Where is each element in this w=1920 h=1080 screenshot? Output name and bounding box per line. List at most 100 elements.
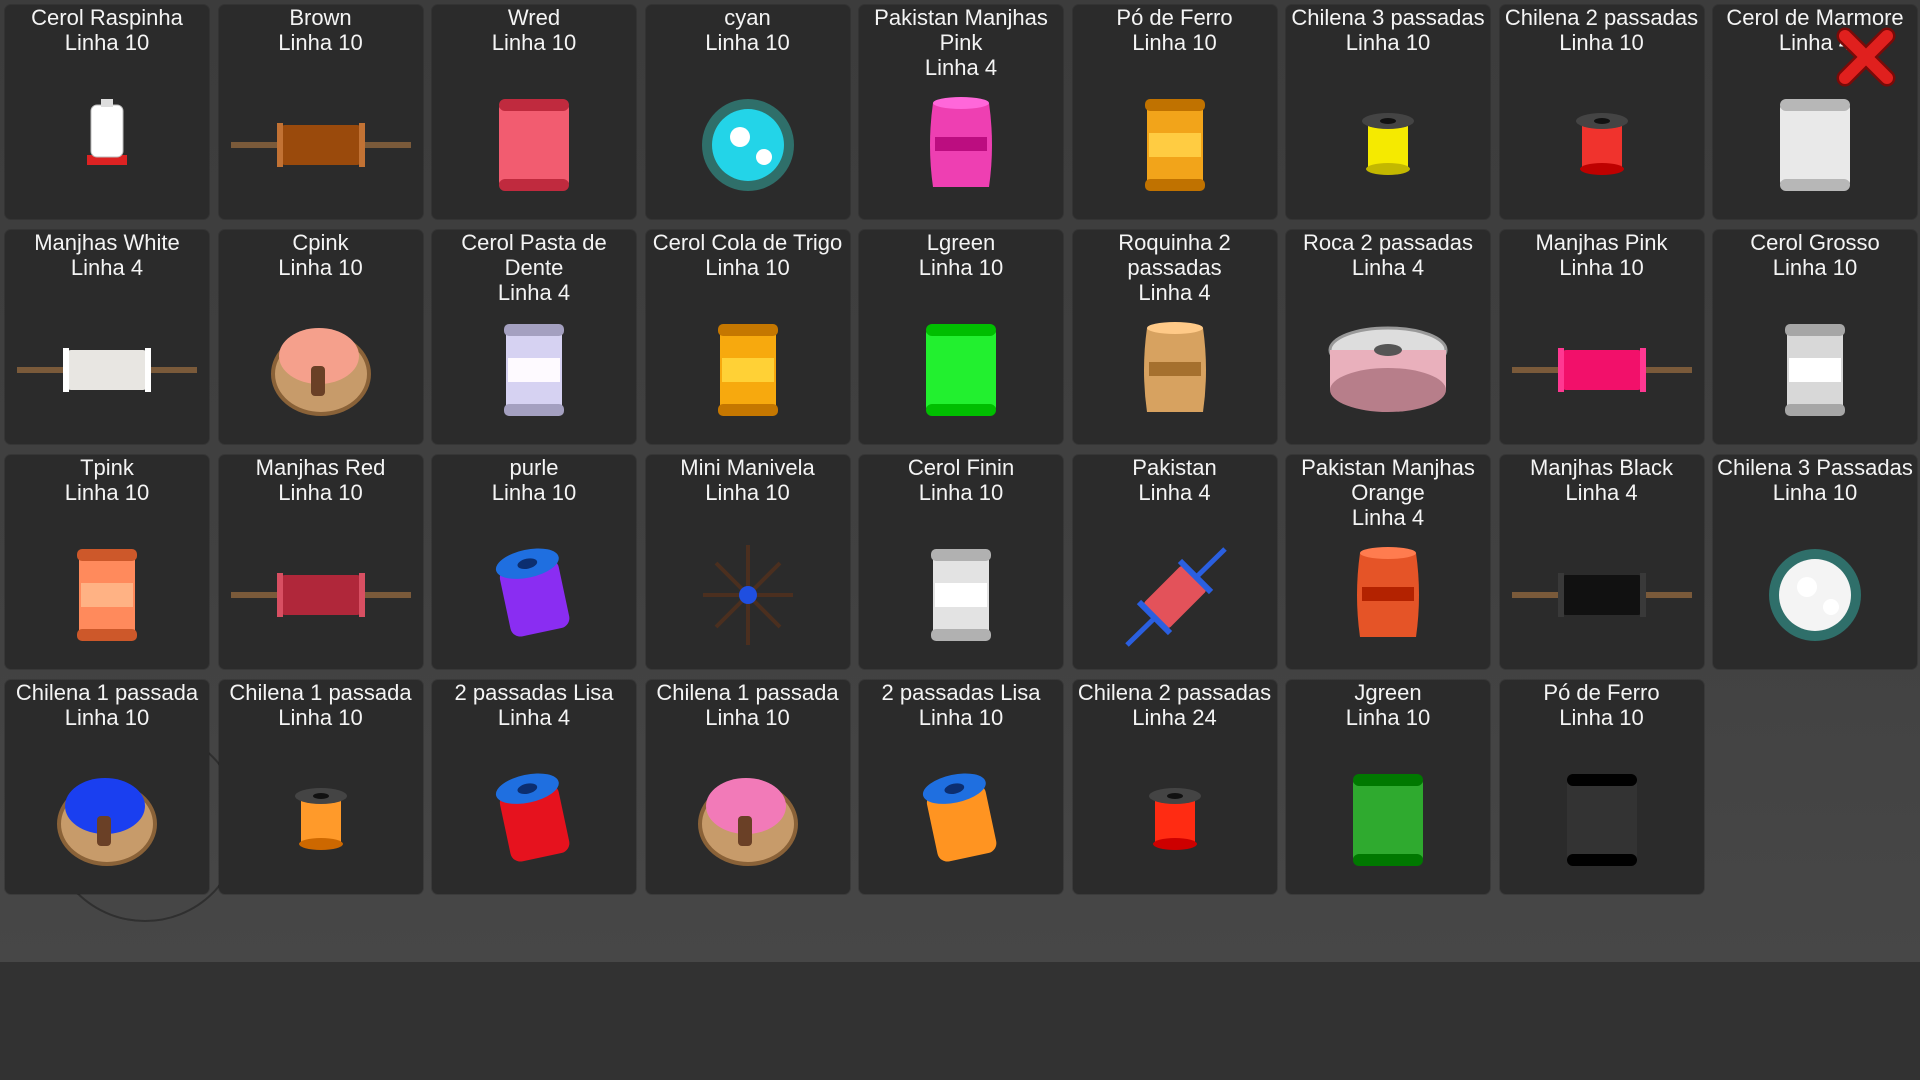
line-item-grade: Linha 10 [1559,30,1644,55]
bottom-panel [0,962,1920,1080]
line-selection-grid: Cerol Raspinha Linha 10 Brown Linha 10 Wre… [5,5,1917,894]
line-item-name: Chilena 3 Passadas [1717,455,1913,480]
line-item-card[interactable]: Manjhas Red Linha 10 [218,455,423,669]
barrel-spool-icon [1073,310,1277,430]
line-item-card[interactable]: Cpink Linha 10 [218,230,423,444]
line-item-name: Brown [289,5,352,30]
line-item-card[interactable]: Pó de Ferro Linha 10 [1072,5,1277,219]
line-item-name: Chilena 1 passada [15,680,199,705]
line-item-title: Chilena 1 passada Linha 10 [646,680,850,730]
line-item-title: Roquinha 2 passadas Linha 4 [1073,230,1277,305]
line-item-name: Cpink [292,230,349,255]
can-spool-icon [1073,85,1277,205]
close-icon[interactable] [1833,24,1899,90]
line-item-name: 2 passadas Lisa [454,680,614,705]
line-item-grade: Linha 10 [1132,30,1217,55]
line-item-grade: Linha 10 [918,705,1004,730]
line-item-card[interactable]: Pakistan Linha 4 [1072,455,1277,669]
stick-spool-icon [219,85,423,205]
stick-spool-icon [1500,535,1704,655]
line-item-name: Pakistan [1132,455,1217,480]
line-item-title: Pakistan Linha 4 [1073,455,1277,505]
line-item-card[interactable]: Tpink Linha 10 [5,455,209,669]
line-item-title: Mini Manivela Linha 10 [646,455,850,505]
line-item-grade: Linha 10 [1345,705,1431,730]
line-item-card[interactable]: Manjhas White Linha 4 [5,230,209,444]
tilted-spool-icon [432,760,636,880]
line-item-card[interactable]: Pakistan Manjhas Orange Linha 4 [1286,455,1490,669]
line-item-grade: Linha 4 [1138,480,1211,505]
tilted-spool-icon [432,535,636,655]
line-item-title: Chilena 2 passadas Linha 24 [1073,680,1277,730]
line-item-card[interactable]: Chilena 1 passada Linha 10 [5,680,209,894]
line-item-title: Pó de Ferro Linha 10 [1500,680,1704,730]
line-item-card[interactable]: Mini Manivela Linha 10 [645,455,850,669]
line-item-card[interactable]: 2 passadas Lisa Linha 4 [432,680,636,894]
diagonal-spool-icon [1073,535,1277,655]
line-item-name: Tpink [80,455,134,480]
line-item-name: Manjhas Pink [1535,230,1668,255]
line-item-grade: Linha 10 [491,30,577,55]
line-item-title: 2 passadas Lisa Linha 4 [432,680,636,730]
line-item-grade: Linha 10 [278,480,363,505]
wood-reel-icon [5,760,209,880]
line-item-card[interactable]: Roca 2 passadas Linha 4 [1286,230,1490,444]
line-item-title: Manjhas Red Linha 10 [219,455,423,505]
line-item-name: Manjhas White [34,230,180,255]
line-item-title: Wred Linha 10 [432,5,636,55]
wood-reel-icon [219,310,423,430]
small-reel-icon [1286,85,1490,205]
line-item-grade: Linha 10 [278,255,363,280]
crank-wheel-icon [646,535,850,655]
line-item-name: Manjhas Red [255,455,386,480]
line-item-card[interactable]: Pakistan Manjhas Pink Linha 4 [859,5,1063,219]
line-item-card[interactable]: cyan Linha 10 [645,5,850,219]
line-item-grade: Linha 10 [64,30,150,55]
stick-spool-icon [5,310,209,430]
line-item-name: Wred [507,5,561,30]
line-item-card[interactable]: Manjhas Black Linha 4 [1499,455,1704,669]
line-item-grade: Linha 4 [1565,480,1638,505]
line-item-card[interactable]: Brown Linha 10 [218,5,423,219]
line-item-grade: Linha 4 [1351,505,1425,530]
line-item-grade: Linha 10 [1772,255,1858,280]
line-item-card[interactable]: purle Linha 10 [432,455,636,669]
line-item-card[interactable]: Cerol Grosso Linha 10 [1713,230,1917,444]
can-spool-icon [1713,310,1917,430]
line-item-title: Brown Linha 10 [219,5,423,55]
line-item-card[interactable]: Roquinha 2 passadas Linha 4 [1072,230,1277,444]
line-item-title: Manjhas Black Linha 4 [1500,455,1704,505]
line-item-card[interactable]: 2 passadas Lisa Linha 10 [859,680,1063,894]
line-item-title: Cerol Raspinha Linha 10 [5,5,209,55]
line-item-name: Chilena 2 passadas [1077,680,1272,705]
line-item-card[interactable]: Cerol Finin Linha 10 [859,455,1063,669]
line-item-grade: Linha 10 [1772,480,1858,505]
line-item-title: Roca 2 passadas Linha 4 [1286,230,1490,280]
line-item-card[interactable]: Chilena 1 passada Linha 10 [645,680,850,894]
line-item-title: Cerol Pasta de Dente Linha 4 [432,230,636,305]
line-item-title: Cerol Cola de Trigo Linha 10 [646,230,850,280]
line-item-card[interactable]: Jgreen Linha 10 [1286,680,1490,894]
line-item-grade: Linha 10 [491,480,577,505]
line-item-card[interactable]: Chilena 1 passada Linha 10 [218,680,423,894]
line-item-card[interactable]: Manjhas Pink Linha 10 [1499,230,1704,444]
line-item-card[interactable]: Wred Linha 10 [432,5,636,219]
line-item-title: Tpink Linha 10 [5,455,209,505]
line-item-card[interactable]: Cerol Pasta de Dente Linha 4 [432,230,636,444]
line-item-card[interactable]: Chilena 2 passadas Linha 10 [1499,5,1704,219]
tilted-spool-icon [859,760,1063,880]
line-item-name: Chilena 1 passada [229,680,412,705]
reel-spool-icon [646,85,850,205]
line-item-card[interactable]: Cerol Cola de Trigo Linha 10 [645,230,850,444]
small-reel-icon [1500,85,1704,205]
barrel-spool-icon [1286,535,1490,655]
line-item-card[interactable]: Chilena 3 passadas Linha 10 [1286,5,1490,219]
line-item-card[interactable]: Chilena 2 passadas Linha 24 [1072,680,1277,894]
line-item-card[interactable]: Pó de Ferro Linha 10 [1499,680,1704,894]
line-item-name: Cerol Raspinha [31,5,183,30]
line-item-grade: Linha 10 [705,705,790,730]
line-item-title: Manjhas Pink Linha 10 [1500,230,1704,280]
line-item-card[interactable]: Lgreen Linha 10 [859,230,1063,444]
line-item-card[interactable]: Chilena 3 Passadas Linha 10 [1713,455,1917,669]
line-item-card[interactable]: Cerol Raspinha Linha 10 [5,5,209,219]
